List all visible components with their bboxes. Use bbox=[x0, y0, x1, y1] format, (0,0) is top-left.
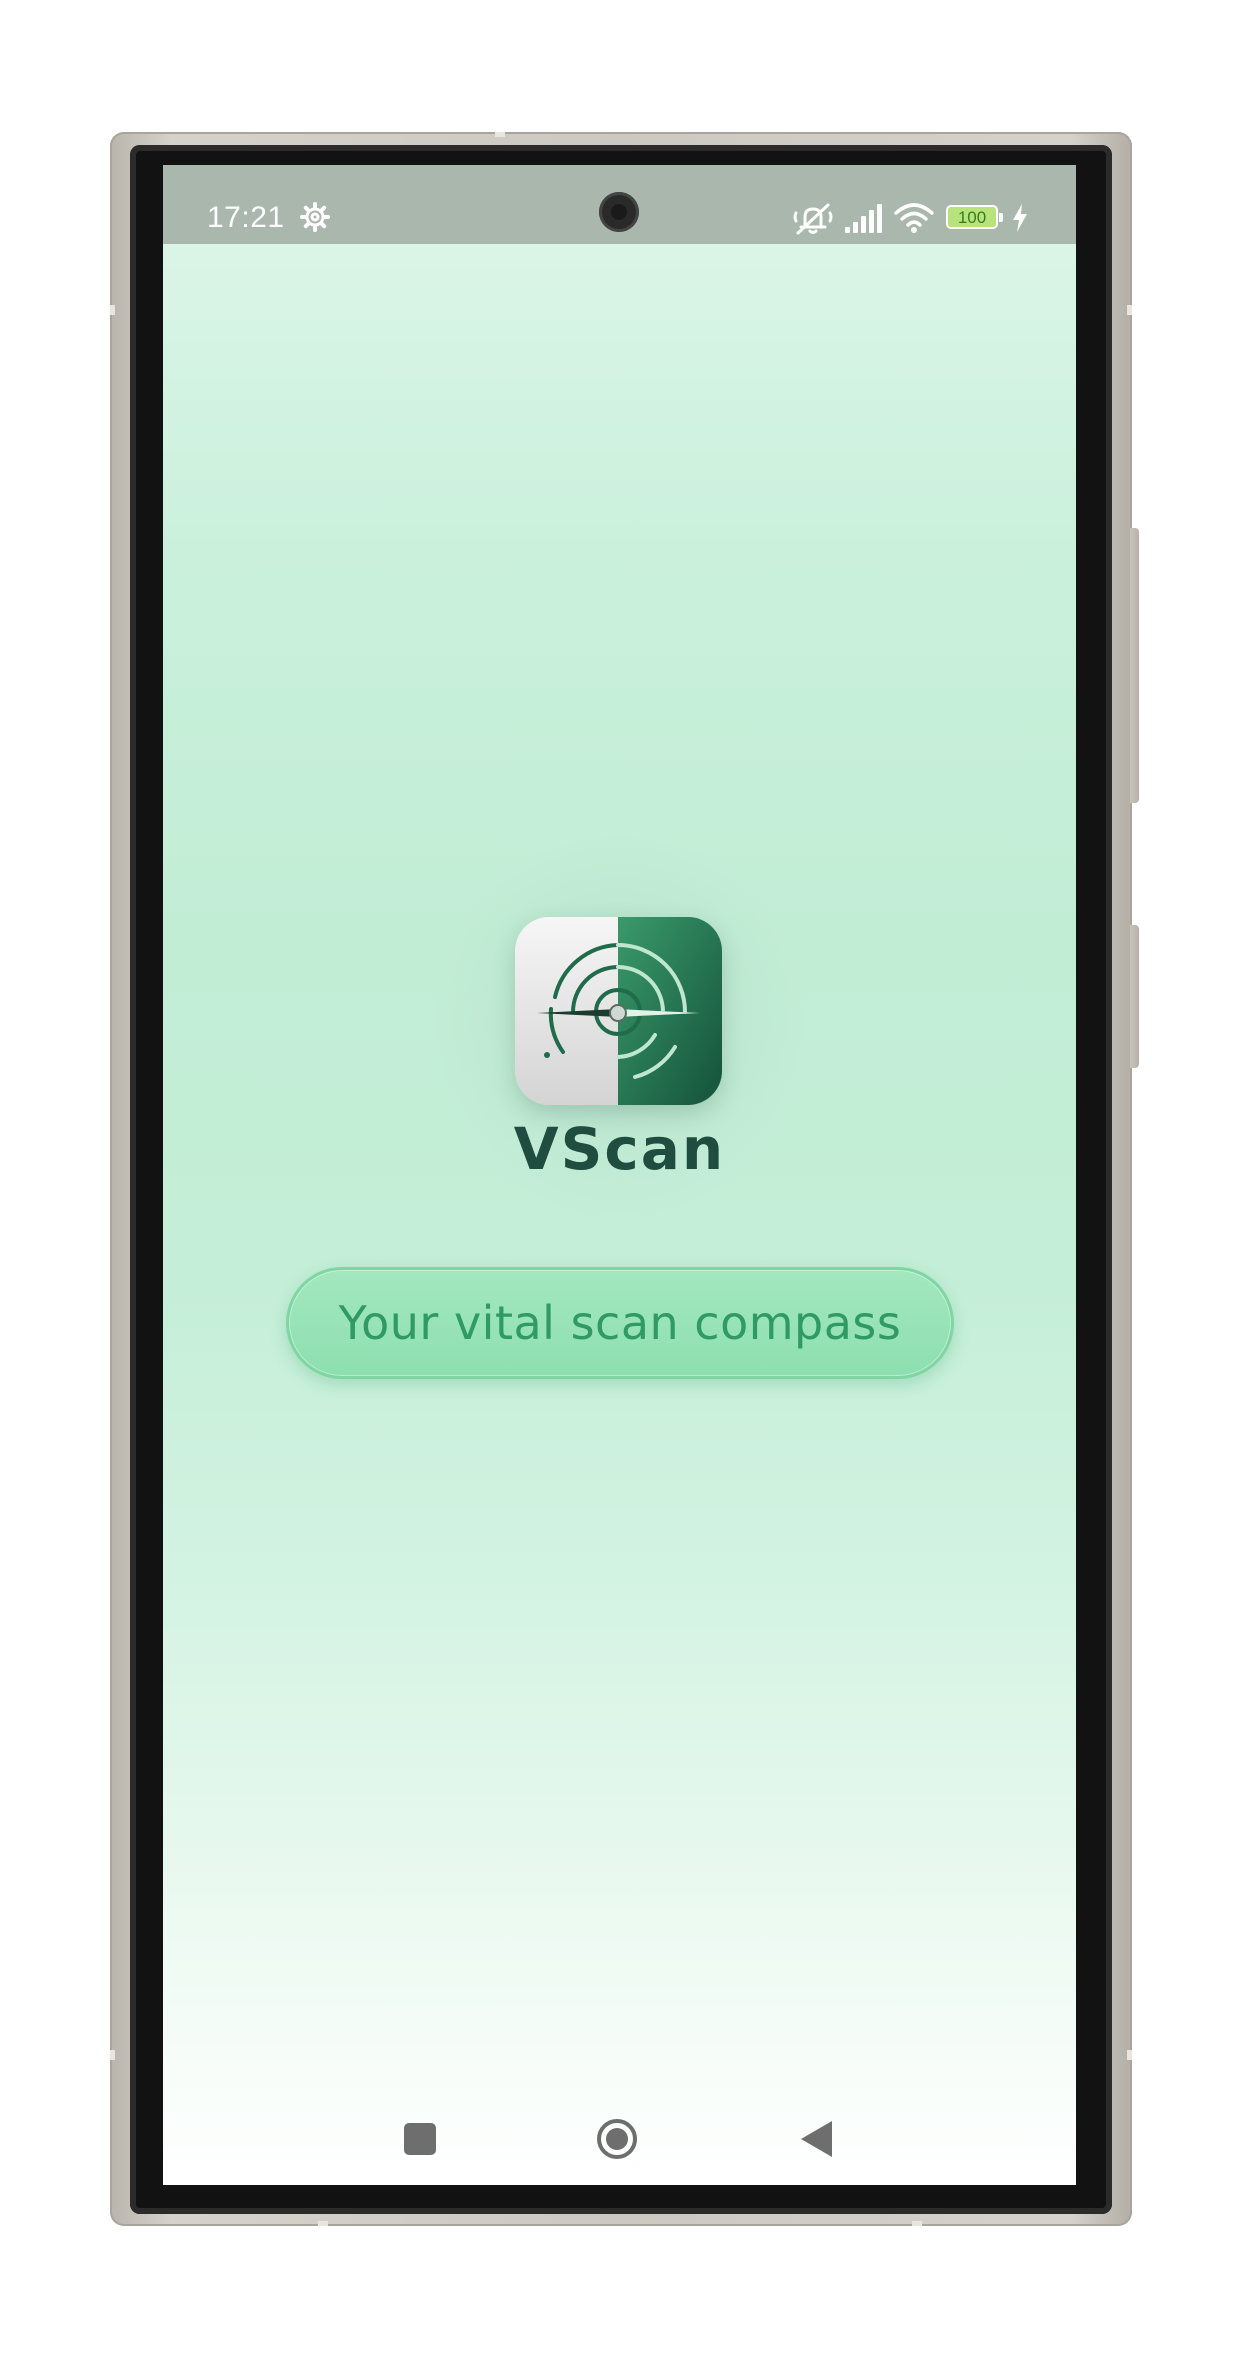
tagline-text: Your vital scan compass bbox=[338, 1296, 902, 1350]
frame-seam-bottom-left bbox=[318, 2221, 328, 2226]
device-page: 17:21 100 VScan Your vital scan compass bbox=[0, 0, 1245, 2359]
battery-icon: 100 bbox=[946, 205, 1003, 229]
front-camera bbox=[599, 192, 639, 232]
recents-button[interactable] bbox=[404, 2123, 436, 2155]
frame-seam-top bbox=[495, 132, 505, 137]
mute-icon bbox=[793, 203, 833, 235]
status-bar: 17:21 100 bbox=[163, 165, 1076, 244]
charging-icon bbox=[1013, 204, 1027, 232]
power-button[interactable] bbox=[1130, 925, 1139, 1068]
home-button[interactable] bbox=[595, 2117, 639, 2161]
phone-screen: 17:21 100 VScan Your vital scan compass bbox=[163, 165, 1076, 2185]
radar-compass-icon bbox=[515, 917, 722, 1105]
frame-seam-right-bottom bbox=[1127, 2050, 1132, 2060]
wifi-icon bbox=[894, 203, 934, 233]
navigation-bar bbox=[163, 2105, 1076, 2185]
back-button[interactable] bbox=[798, 2119, 834, 2159]
status-time: 17:21 bbox=[207, 201, 285, 234]
frame-seam-left-top bbox=[110, 305, 115, 315]
tagline-badge: Your vital scan compass bbox=[286, 1267, 954, 1379]
signal-icon bbox=[845, 204, 882, 233]
frame-seam-right-top bbox=[1127, 305, 1132, 315]
frame-seam-bottom-right bbox=[912, 2221, 922, 2226]
gear-icon bbox=[300, 202, 330, 232]
frame-seam-left-bottom bbox=[110, 2050, 115, 2060]
battery-level: 100 bbox=[957, 207, 987, 227]
volume-button[interactable] bbox=[1130, 528, 1139, 803]
app-name: VScan bbox=[513, 1115, 726, 1183]
